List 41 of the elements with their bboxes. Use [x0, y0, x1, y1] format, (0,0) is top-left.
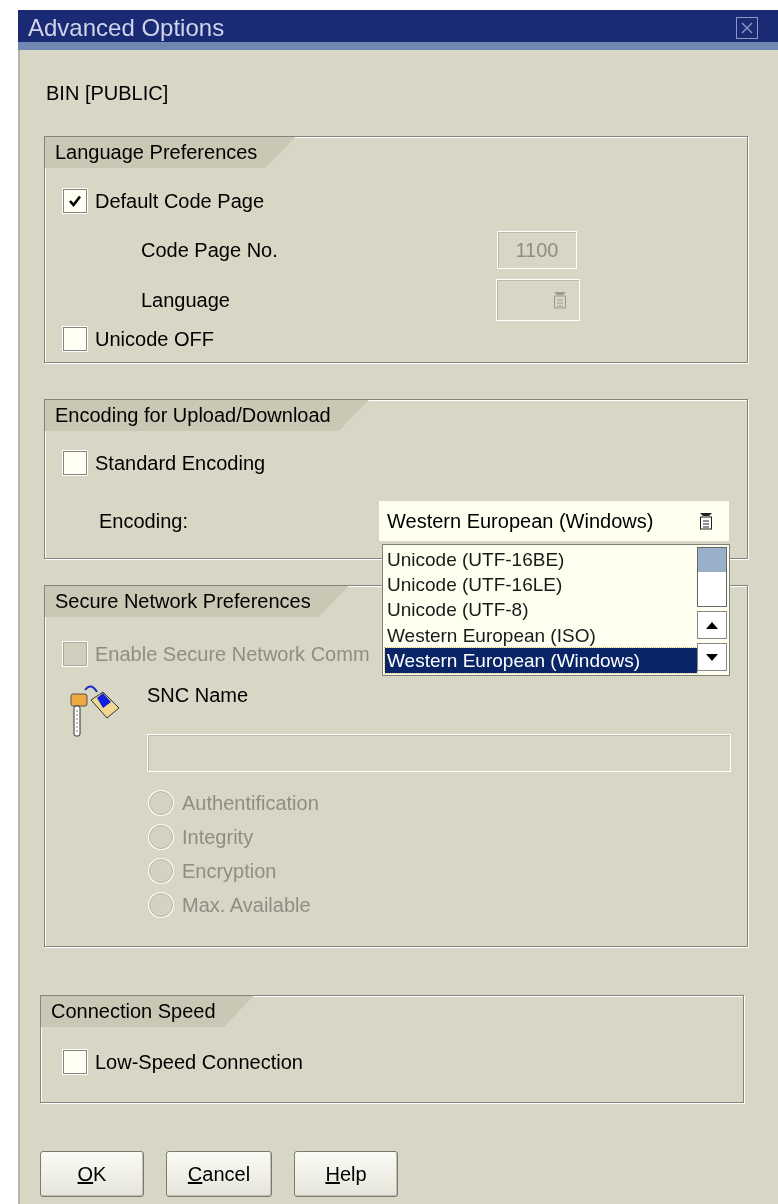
checkbox[interactable]: [63, 327, 87, 351]
field-label: SNC Name: [147, 683, 250, 708]
check-icon: [67, 193, 83, 209]
scroll-down-button[interactable]: [697, 643, 727, 671]
dropdown-field[interactable]: Western European (Windows): [379, 501, 729, 541]
window-title: Advanced Options: [28, 14, 225, 42]
group-title: Encoding for Upload/Download: [45, 400, 369, 431]
dialog-button[interactable]: Help: [294, 1151, 398, 1197]
radio-label: Encryption: [182, 859, 277, 883]
list-option[interactable]: Unicode (UTF-16BE): [385, 547, 697, 573]
down-triangle-icon: [706, 653, 718, 661]
list-option[interactable]: Western European (Windows): [385, 647, 697, 673]
scroll-up-button[interactable]: [697, 611, 727, 639]
dialog-button[interactable]: Cancel: [166, 1151, 272, 1197]
checkbox-label: Default Code Page: [95, 189, 264, 213]
group-title: Language Preferences: [45, 137, 296, 168]
checkbox[interactable]: [63, 451, 87, 475]
scrollbar[interactable]: [697, 547, 727, 607]
field-label: Encoding:: [99, 509, 188, 533]
radio-label: Authentification: [182, 791, 319, 815]
field-label: Code Page No.: [141, 238, 278, 262]
checkbox-label: Standard Encoding: [95, 451, 266, 475]
radio-label: Max. Available: [182, 893, 311, 917]
checkbox[interactable]: [63, 189, 87, 213]
list-option[interactable]: Unicode (UTF-16LE): [385, 572, 697, 598]
radio-label: Integrity: [182, 825, 254, 849]
checkbox-label: Unicode OFF: [95, 327, 214, 351]
field-label: Language: [141, 288, 230, 312]
checkbox[interactable]: [63, 1050, 87, 1074]
list-icon: [699, 512, 713, 530]
list-icon: [553, 291, 567, 309]
checkbox-label: Enable Secure Network Comm: [95, 642, 370, 666]
group-title: Secure Network Preferences: [45, 586, 349, 617]
dialog-button[interactable]: OK: [40, 1151, 144, 1197]
list-option[interactable]: Western European (ISO): [385, 622, 697, 648]
connection-label: BIN [PUBLIC]: [45, 80, 170, 106]
close-icon[interactable]: [736, 17, 758, 39]
checkbox-label: Low-Speed Connection: [95, 1050, 303, 1074]
up-triangle-icon: [706, 621, 718, 629]
list-option[interactable]: Unicode (UTF-8): [385, 597, 697, 623]
group-title: Connection Speed: [41, 996, 254, 1027]
